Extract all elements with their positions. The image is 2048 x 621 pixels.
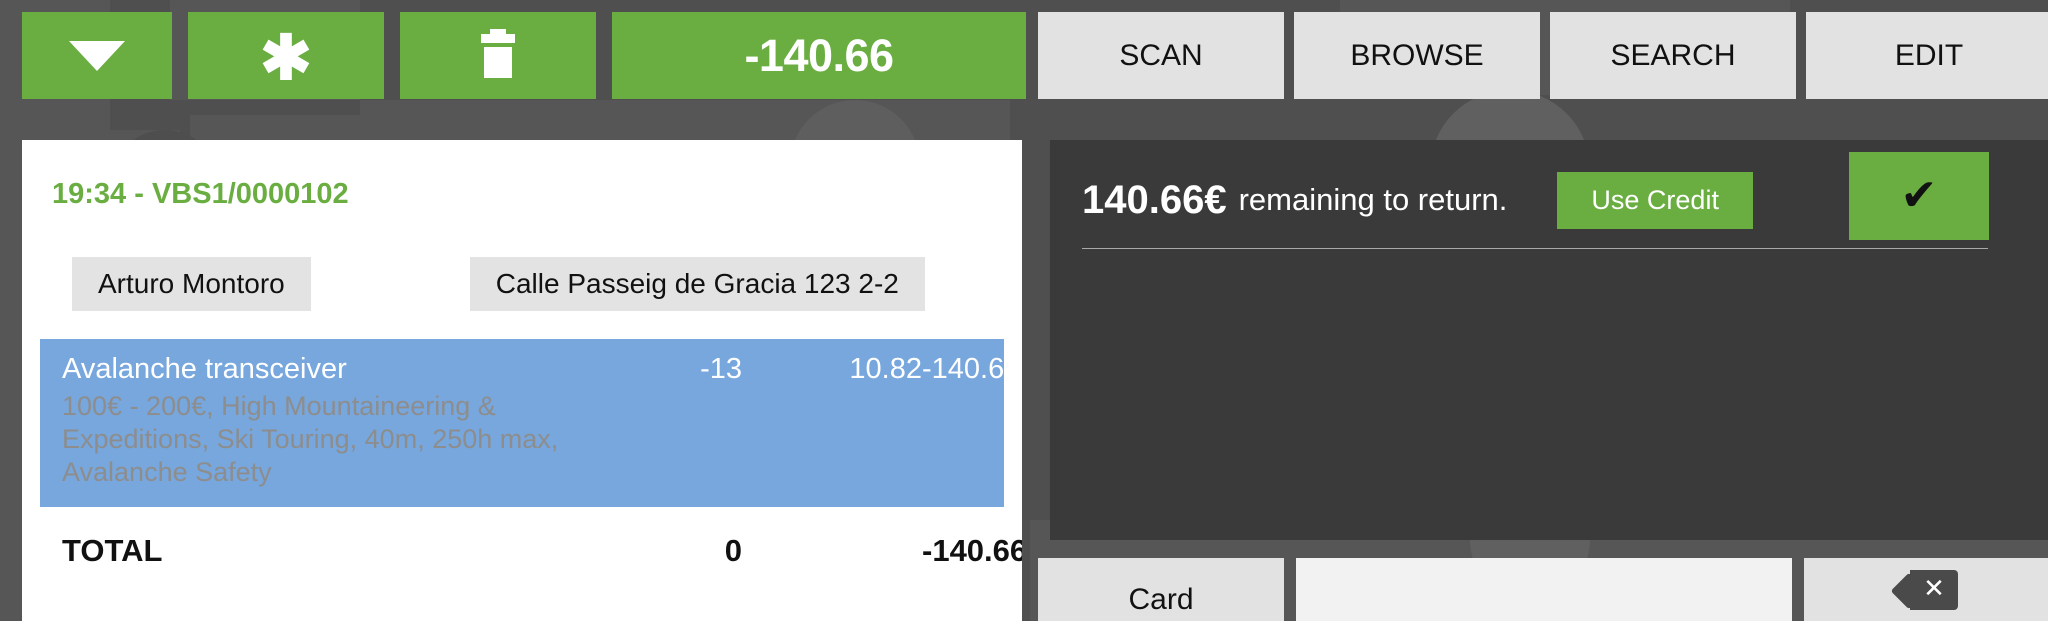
search-label: SEARCH [1610, 39, 1735, 73]
order-dropdown-button[interactable] [22, 12, 172, 99]
line-product-name: Avalanche transceiver [62, 353, 582, 386]
use-credit-button[interactable]: Use Credit [1557, 172, 1753, 229]
mode-toolbar: SCAN BROWSE SEARCH EDIT [1038, 12, 2048, 99]
total-quantity: 0 [582, 533, 742, 569]
order-total-row: TOTAL 0 -140.66 [22, 533, 1022, 569]
total-label: TOTAL [62, 533, 582, 569]
trash-icon [481, 34, 515, 78]
total-amount: -140.66 [922, 533, 1022, 569]
browse-label: BROWSE [1350, 39, 1483, 73]
order-party-row: Arturo Montoro Calle Passeig de Gracia 1… [22, 257, 1022, 311]
order-total-button[interactable]: -140.66 [612, 12, 1026, 99]
order-panel: 19:34 - VBS1/0000102 Arturo Montoro Call… [22, 140, 1022, 621]
payment-divider [1082, 248, 1988, 249]
search-button[interactable]: SEARCH [1550, 12, 1796, 99]
line-quantity: -13 [582, 353, 742, 386]
customer-field[interactable]: Arturo Montoro [72, 257, 311, 311]
backspace-button[interactable]: ✕ [1804, 558, 2048, 621]
payment-method-card[interactable]: Card [1038, 558, 1284, 621]
payment-methods-row: Card ✕ [1038, 558, 2048, 621]
order-reference: 19:34 - VBS1/0000102 [52, 178, 1022, 211]
discount-button[interactable]: ✱ [188, 12, 384, 99]
scan-label: SCAN [1119, 39, 1202, 73]
order-actions-toolbar: ✱ -140.66 [22, 12, 1026, 99]
validate-payment-button[interactable]: ✔ [1849, 152, 1989, 240]
edit-button[interactable]: EDIT [1806, 12, 2048, 99]
asterisk-icon: ✱ [260, 39, 312, 79]
line-product-description: 100€ - 200€, High Mountaineering & Exped… [62, 390, 642, 489]
caret-down-icon [69, 41, 125, 71]
order-line-item[interactable]: Avalanche transceiver -13 10.82 -140.66 … [40, 339, 1004, 507]
line-unit-price: 10.82 [742, 353, 922, 386]
delete-line-button[interactable] [400, 12, 596, 99]
backspace-icon: ✕ [1896, 570, 1958, 610]
scan-button[interactable]: SCAN [1038, 12, 1284, 99]
edit-label: EDIT [1895, 39, 1963, 73]
address-field[interactable]: Calle Passeig de Gracia 123 2-2 [470, 257, 925, 311]
remaining-label: remaining to return. [1239, 182, 1508, 218]
browse-button[interactable]: BROWSE [1294, 12, 1540, 99]
remaining-amount: 140.66€ [1082, 178, 1227, 223]
check-icon: ✔ [1901, 174, 1938, 218]
line-subtotal: -140.66 [922, 353, 1022, 386]
payment-summary-row: 140.66€ remaining to return. Use Credit … [1050, 140, 2048, 232]
order-total-amount: -140.66 [744, 30, 893, 82]
payment-amount-input[interactable] [1296, 558, 1792, 621]
payment-panel: 140.66€ remaining to return. Use Credit … [1050, 140, 2048, 540]
use-credit-label: Use Credit [1591, 185, 1719, 215]
card-label: Card [1128, 583, 1193, 617]
order-line-main: Avalanche transceiver -13 10.82 -140.66 [62, 353, 982, 386]
